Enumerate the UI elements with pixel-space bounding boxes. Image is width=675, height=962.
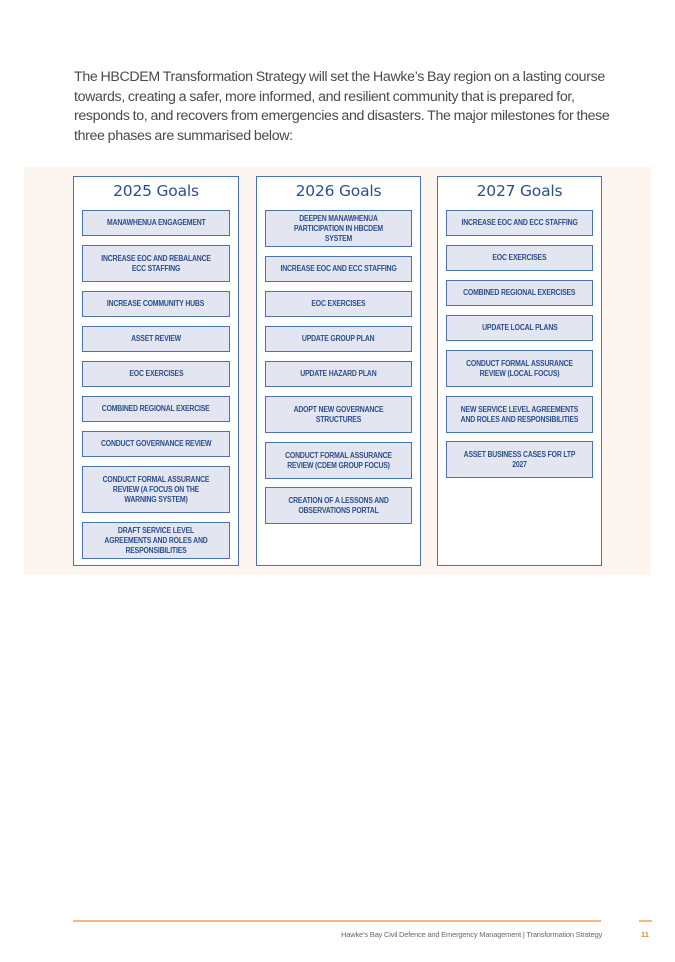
goal-item: EOC EXERCISES	[82, 361, 230, 387]
goal-item: INCREASE EOC AND ECC STAFFING	[265, 256, 412, 282]
column-title: 2027 Goals	[476, 182, 563, 200]
footer-caption: Hawke’s Bay Civil Defence and Emergency …	[341, 930, 602, 939]
goal-item: CONDUCT FORMAL ASSURANCE REVIEW (A FOCUS…	[82, 466, 230, 513]
goal-item: INCREASE EOC AND REBALANCE ECC STAFFING	[82, 245, 230, 282]
goals-column-2026: 2026 Goals DEEPEN MANAWHENUA PARTICIPATI…	[256, 176, 421, 566]
goal-item: MANAWHENUA ENGAGEMENT	[82, 210, 230, 236]
intro-paragraph: The HBCDEM Transformation Strategy will …	[74, 69, 610, 144]
goal-item: EOC EXERCISES	[446, 245, 593, 271]
goal-item: CONDUCT FORMAL ASSURANCE REVIEW (LOCAL F…	[446, 350, 593, 387]
page-number-divider	[639, 920, 652, 922]
footer-divider	[73, 920, 601, 922]
goal-item: INCREASE EOC AND ECC STAFFING	[446, 210, 593, 236]
goal-item: UPDATE HAZARD PLAN	[265, 361, 412, 387]
goal-item: EOC EXERCISES	[265, 291, 412, 317]
goal-item: CONDUCT GOVERNANCE REVIEW	[82, 431, 230, 457]
page-number: 11	[641, 930, 649, 939]
goal-item: ASSET BUSINESS CASES FOR LTP 2027	[446, 441, 593, 478]
goal-item: COMBINED REGIONAL EXERCISE	[82, 396, 230, 422]
goal-item: INCREASE COMMUNITY HUBS	[82, 291, 230, 317]
column-title: 2026 Goals	[295, 182, 382, 200]
column-title: 2025 Goals	[113, 182, 199, 200]
goal-item: DRAFT SERVICE LEVEL AGREEMENTS AND ROLES…	[82, 522, 230, 559]
goal-item: NEW SERVICE LEVEL AGREEMENTS AND ROLES A…	[446, 396, 593, 433]
goal-item: UPDATE GROUP PLAN	[265, 326, 412, 352]
goal-item: CREATION OF A LESSONS AND OBSERVATIONS P…	[265, 487, 412, 524]
goals-column-2027: 2027 Goals INCREASE EOC AND ECC STAFFING…	[437, 176, 602, 566]
goal-item: ADOPT NEW GOVERNANCE STRUCTURES	[265, 396, 412, 433]
goal-item: UPDATE LOCAL PLANS	[446, 315, 593, 341]
goal-item: COMBINED REGIONAL EXERCISES	[446, 280, 593, 306]
goal-item: ASSET REVIEW	[82, 326, 230, 352]
goal-item: CONDUCT FORMAL ASSURANCE REVIEW (CDEM GR…	[265, 442, 412, 479]
goals-column-2025: 2025 Goals MANAWHENUA ENGAGEMENT INCREAS…	[73, 176, 239, 566]
goal-item: DEEPEN MANAWHENUA PARTICIPATION IN HBCDE…	[265, 210, 412, 247]
